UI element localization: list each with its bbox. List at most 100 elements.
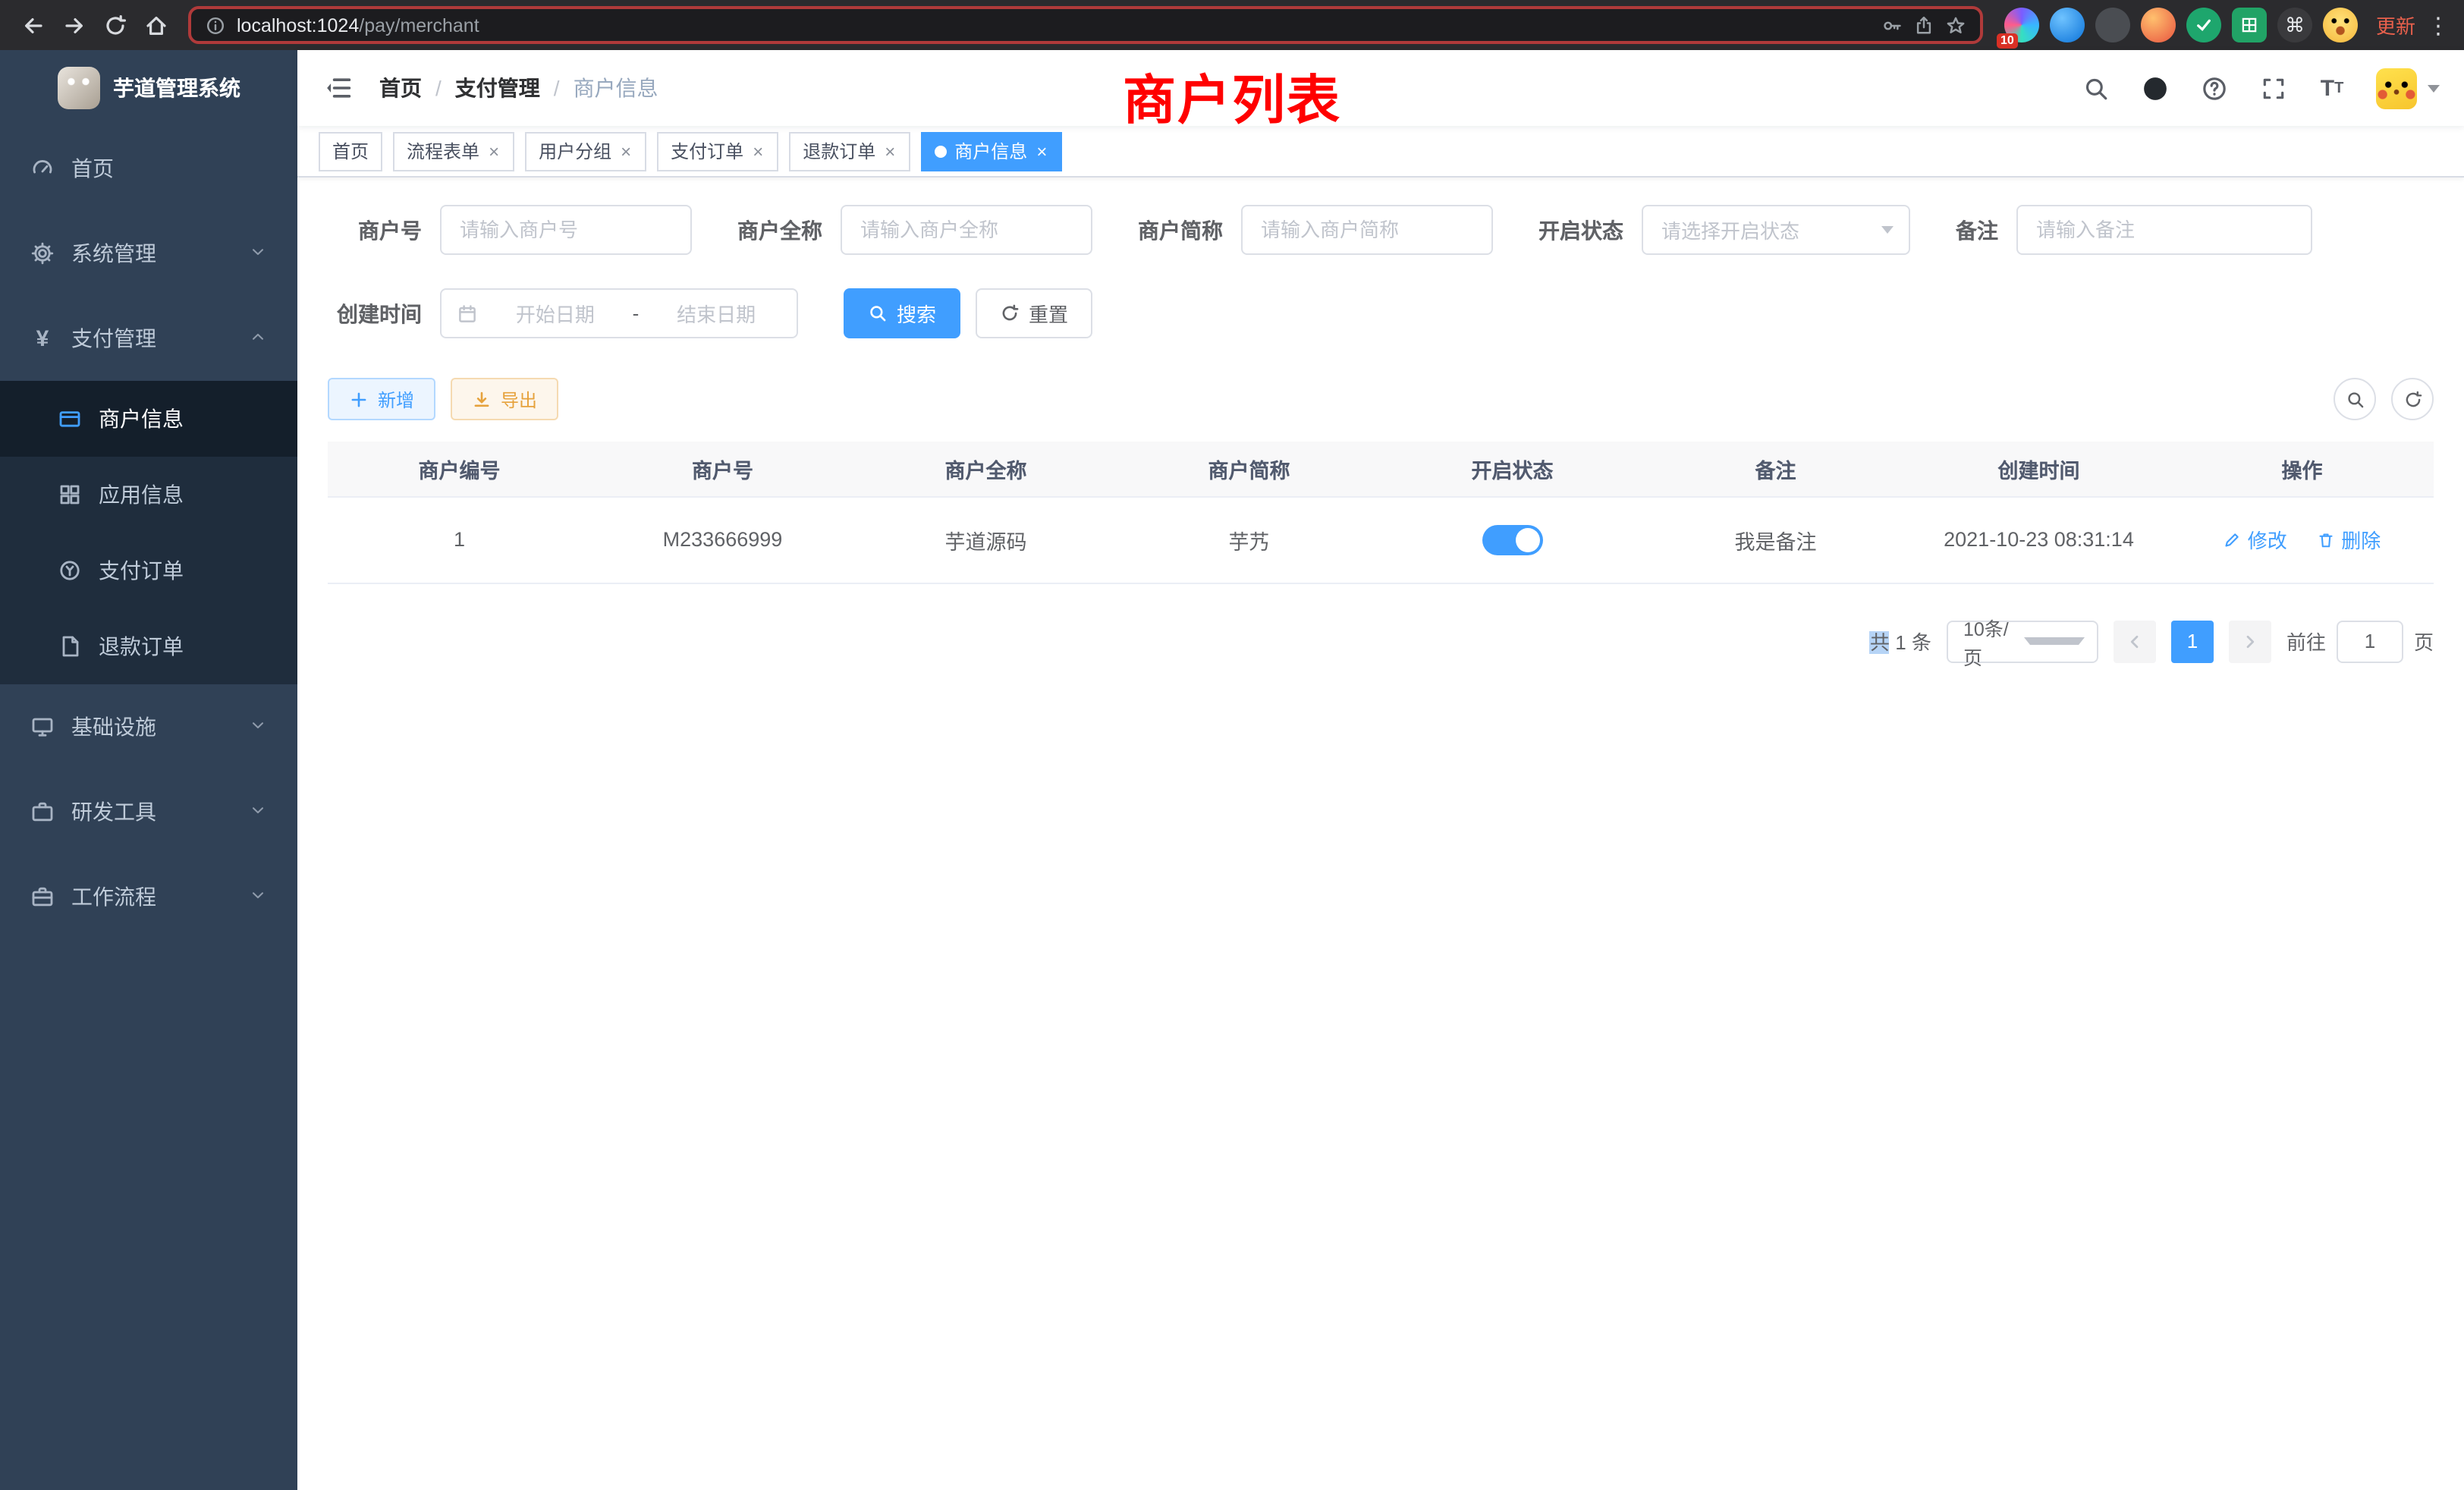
breadcrumb-home[interactable]: 首页 — [379, 73, 422, 103]
sidebar-item-label: 工作流程 — [71, 882, 156, 912]
close-icon[interactable]: × — [619, 142, 633, 160]
sidebar-item-home[interactable]: 首页 — [0, 126, 297, 211]
col-remark: 备注 — [1644, 442, 1907, 496]
close-icon[interactable]: × — [487, 142, 501, 160]
search-button-label: 搜索 — [897, 299, 936, 328]
monitor-icon — [30, 715, 55, 739]
help-icon[interactable] — [2198, 73, 2229, 103]
sidebar-item-system[interactable]: 系统管理 — [0, 211, 297, 296]
close-icon[interactable]: × — [751, 142, 765, 160]
forward-arrow-icon — [61, 13, 86, 37]
export-button[interactable]: 导出 — [451, 378, 558, 420]
user-avatar — [2376, 68, 2417, 108]
browser-forward-button[interactable] — [53, 5, 94, 46]
extension-icon-6[interactable] — [2232, 8, 2267, 42]
chevron-down-icon — [249, 885, 267, 909]
sidebar-item-refund-order[interactable]: 退款订单 — [0, 608, 297, 684]
tab-merchant-info[interactable]: 商户信息 × — [921, 131, 1062, 171]
end-date-input[interactable]: 结束日期 — [651, 299, 781, 328]
sidebar-item-infra[interactable]: 基础设施 — [0, 684, 297, 769]
browser-refresh-button[interactable] — [94, 5, 135, 46]
sidebar-item-pay-order[interactable]: 支付订单 — [0, 533, 297, 608]
add-button[interactable]: 新增 — [328, 378, 435, 420]
browser-update-button[interactable]: 更新 — [2376, 11, 2415, 39]
tab-process-form[interactable]: 流程表单 × — [393, 131, 514, 171]
merchant-no-input[interactable] — [440, 205, 692, 255]
extension-icon-8[interactable] — [2323, 8, 2358, 42]
address-bar[interactable]: localhost:1024/pay/merchant — [188, 6, 1983, 44]
sidebar-toggle-button[interactable] — [322, 71, 355, 105]
user-menu[interactable] — [2376, 68, 2440, 108]
status-select[interactable]: 请选择开启状态 — [1642, 205, 1910, 255]
share-icon[interactable] — [1913, 14, 1934, 36]
page-content: 商户号 商户全称 商户简称 开启状态 请选择开启状态 — [297, 178, 2464, 662]
tab-user-group[interactable]: 用户分组 × — [525, 131, 646, 171]
extension-icon-3[interactable] — [2095, 8, 2130, 42]
document-icon — [58, 634, 82, 659]
page-number-1[interactable]: 1 — [2171, 620, 2214, 662]
sidebar-item-merchant-info[interactable]: 商户信息 — [0, 381, 297, 457]
page-size-select[interactable]: 10条/页 — [1947, 620, 2098, 662]
calendar-icon — [457, 303, 478, 324]
reset-button-label: 重置 — [1029, 299, 1068, 328]
next-page-button[interactable] — [2229, 620, 2271, 662]
header-search-icon[interactable] — [2080, 73, 2110, 103]
tab-home[interactable]: 首页 — [319, 131, 382, 171]
bookmark-star-icon[interactable] — [1945, 14, 1966, 36]
extension-icon-4[interactable] — [2141, 8, 2176, 42]
breadcrumb-current: 商户信息 — [574, 73, 658, 103]
chevron-down-icon — [2024, 637, 2085, 645]
github-icon[interactable] — [2139, 73, 2170, 103]
start-date-input[interactable]: 开始日期 — [490, 299, 621, 328]
extension-icon-2[interactable] — [2050, 8, 2085, 42]
browser-menu-icon[interactable]: ⋮ — [2425, 11, 2452, 39]
remark-input[interactable] — [2016, 205, 2312, 255]
app-title: 芋道管理系统 — [113, 73, 240, 103]
prev-page-button[interactable] — [2114, 620, 2156, 662]
search-icon — [2345, 389, 2365, 409]
pencil-icon — [2224, 530, 2242, 549]
extension-icon-5[interactable] — [2186, 8, 2221, 42]
extension-icon-7[interactable]: ⌘ — [2277, 8, 2312, 42]
browser-back-button[interactable] — [12, 5, 53, 46]
hamburger-icon — [325, 74, 352, 102]
status-select-placeholder: 请选择开启状态 — [1661, 215, 1869, 244]
extension-icon-1[interactable]: 10 — [2004, 8, 2039, 42]
show-search-button[interactable] — [2334, 378, 2376, 420]
password-key-icon[interactable] — [1881, 14, 1903, 36]
browser-toolbar: localhost:1024/pay/merchant 10 ⌘ 更新 ⋮ — [0, 0, 2464, 50]
breadcrumb-payment[interactable]: 支付管理 — [455, 73, 540, 103]
sidebar-item-payment[interactable]: ¥ 支付管理 — [0, 296, 297, 381]
sidebar-item-workflow[interactable]: 工作流程 — [0, 854, 297, 939]
search-button[interactable]: 搜索 — [844, 288, 960, 338]
tab-label: 用户分组 — [539, 138, 611, 164]
merchant-table: 商户编号 商户号 商户全称 商户简称 开启状态 备注 创建时间 操作 1 — [328, 442, 2434, 583]
browser-home-button[interactable] — [135, 5, 176, 46]
font-size-icon[interactable]: TT — [2317, 73, 2347, 103]
sidebar-item-dev-tools[interactable]: 研发工具 — [0, 769, 297, 854]
status-toggle[interactable] — [1482, 524, 1543, 555]
pagination-goto: 前往 页 — [2286, 620, 2434, 662]
sidebar-item-label: 退款订单 — [99, 631, 184, 662]
goto-page-input[interactable] — [2337, 620, 2403, 662]
navbar-actions: TT — [2080, 68, 2440, 108]
delete-link[interactable]: 删除 — [2317, 525, 2381, 554]
plus-icon — [349, 389, 369, 409]
create-time-range-picker[interactable]: 开始日期 - 结束日期 — [440, 288, 798, 338]
tab-refund-order[interactable]: 退款订单 × — [789, 131, 910, 171]
col-status: 开启状态 — [1381, 442, 1644, 496]
reset-button[interactable]: 重置 — [976, 288, 1092, 338]
col-merchant-name: 商户全称 — [854, 442, 1117, 496]
close-icon[interactable]: × — [1035, 142, 1048, 160]
date-separator: - — [633, 302, 640, 325]
sidebar-item-app-info[interactable]: 应用信息 — [0, 457, 297, 533]
cell-merchant-no: M233666999 — [591, 496, 854, 583]
fullscreen-icon[interactable] — [2258, 73, 2288, 103]
merchant-name-input[interactable] — [841, 205, 1092, 255]
close-icon[interactable]: × — [883, 142, 897, 160]
merchant-short-input[interactable] — [1241, 205, 1493, 255]
edit-link[interactable]: 修改 — [2224, 525, 2287, 554]
refresh-table-button[interactable] — [2391, 378, 2434, 420]
app-logo[interactable]: 芋道管理系统 — [0, 50, 297, 126]
tab-pay-order[interactable]: 支付订单 × — [657, 131, 778, 171]
